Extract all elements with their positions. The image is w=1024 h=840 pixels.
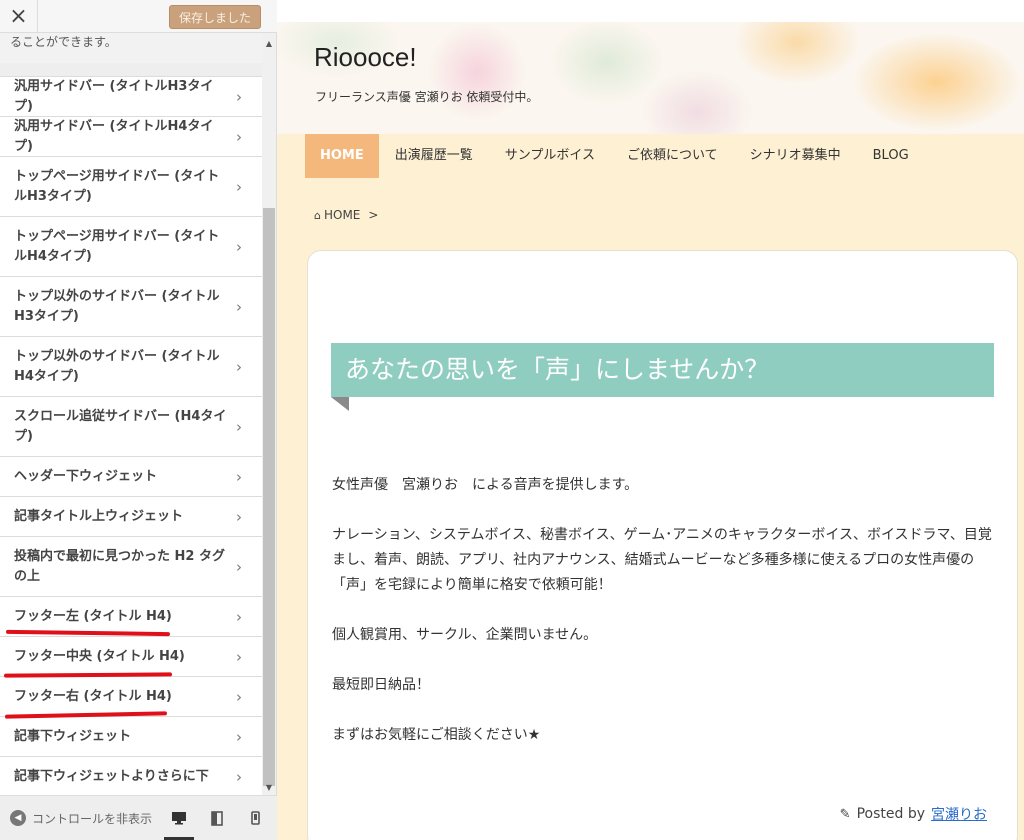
close-icon: × (9, 4, 28, 29)
scrollbar-thumb[interactable] (263, 208, 275, 786)
pencil-icon: ✎ (839, 806, 851, 822)
widget-area-label: 汎用サイドバー (タイトルH4タイプ) (14, 118, 214, 154)
nav-item[interactable]: 出演履歴一覧 (379, 134, 489, 178)
chevron-right-icon: › (236, 467, 242, 486)
widget-area-item[interactable]: フッター右 (タイトル H4) › (0, 677, 262, 717)
chevron-right-icon: › (236, 687, 242, 706)
widget-area-list-container[interactable]: 汎用サイドバー (タイトルH3タイプ) › 汎用サイドバー (タイトルH4タイプ) ›… (0, 63, 262, 795)
nav-item[interactable]: シナリオ募集中 (734, 134, 857, 178)
panel-footer: ◀ コントロールを非表示 (0, 795, 277, 840)
chevron-right-icon: › (236, 237, 242, 256)
widget-area-item[interactable]: 記事下ウィジェットよりさらに下 › (0, 757, 262, 795)
mobile-preview-button[interactable] (236, 796, 274, 840)
chevron-right-icon: › (236, 647, 242, 666)
widget-area-item[interactable]: 記事下ウィジェット › (0, 717, 262, 757)
chevron-right-icon: › (236, 767, 242, 786)
widget-area-label: トップ以外のサイドバー (タイトルH3タイプ) (14, 288, 220, 324)
list-spacer (0, 63, 262, 77)
site-preview: Rioooce! フリーランス声優 宮瀬りお 依頼受付中。 HOME 出演履歴一覧… (277, 0, 1024, 840)
scroll-down-arrow-icon[interactable]: ▼ (262, 783, 276, 792)
chevron-right-icon: › (236, 297, 242, 316)
article-paragraph: 最短即日納品！ (332, 677, 430, 693)
widget-area-label: ヘッダー下ウィジェット (14, 468, 158, 484)
desktop-preview-button[interactable] (160, 796, 198, 840)
breadcrumb-separator: > (368, 208, 379, 222)
chevron-right-icon: › (236, 127, 242, 146)
tablet-icon (211, 810, 223, 826)
widget-area-item[interactable]: トップページ用サイドバー (タイトルH3タイプ) › (0, 157, 262, 217)
widget-area-item[interactable]: トップ以外のサイドバー (タイトルH3タイプ) › (0, 277, 262, 337)
nav-item[interactable]: ご依頼について (611, 134, 734, 178)
nav-item[interactable]: サンプルボイス (489, 134, 611, 178)
widget-area-item[interactable]: 汎用サイドバー (タイトルH3タイプ) › (0, 77, 262, 117)
chevron-right-icon: › (236, 357, 242, 376)
nav-item[interactable]: BLOG (857, 134, 925, 178)
hide-controls-label: コントロールを非表示 (32, 811, 153, 826)
widget-area-label: トップページ用サイドバー (タイトルH4タイプ) (14, 228, 220, 264)
widget-area-label: トップ以外のサイドバー (タイトルH4タイプ) (14, 348, 220, 384)
close-button[interactable]: × (0, 0, 38, 33)
posted-by-label: Posted by (856, 806, 925, 822)
article-paragraph: 女性声優 宮瀬りお による音声を提供します。 (332, 477, 639, 493)
breadcrumb-home-link[interactable]: HOME (324, 208, 360, 222)
widget-area-label: フッター中央 (タイトル H4) (14, 648, 185, 664)
collapse-icon: ◀ (10, 810, 26, 826)
widget-area-item[interactable]: 記事タイトル上ウィジェット › (0, 497, 262, 537)
headline-text: あなたの思いを「声」にしませんか？ (345, 355, 770, 384)
chevron-right-icon: › (236, 727, 242, 746)
headline-banner: あなたの思いを「声」にしませんか？ (331, 343, 994, 397)
posted-by: ✎ Posted by 宮瀬りお (840, 804, 987, 824)
widget-area-label: フッター左 (タイトル H4) (14, 608, 172, 624)
widget-area-label: 記事下ウィジェット (14, 728, 132, 744)
widget-area-item[interactable]: トップ以外のサイドバー (タイトルH4タイプ) › (0, 337, 262, 397)
widget-area-item[interactable]: トップページ用サイドバー (タイトルH4タイプ) › (0, 217, 262, 277)
nav-item[interactable]: HOME (305, 134, 379, 178)
scroll-up-arrow-icon[interactable]: ▲ (262, 39, 276, 48)
breadcrumb: ⌂ HOME > (314, 208, 378, 222)
hide-controls-button[interactable]: ◀ コントロールを非表示 (0, 796, 160, 840)
saved-button[interactable]: 保存しました (169, 5, 261, 29)
panel-description: ることができます。 (0, 33, 262, 63)
widget-area-label: トップページ用サイドバー (タイトルH3タイプ) (14, 168, 220, 204)
tablet-preview-button[interactable] (198, 796, 236, 840)
chevron-right-icon: › (236, 557, 242, 576)
widget-area-item[interactable]: 投稿内で最初に見つかった H2 タグの上 › (0, 537, 262, 597)
site-description: フリーランス声優 宮瀬りお 依頼受付中。 (315, 90, 539, 104)
site-title[interactable]: Rioooce! (314, 42, 417, 73)
article-paragraph: ナレーション、システムボイス、秘書ボイス、ゲーム･アニメのキャラクターボイス、ボ… (332, 527, 992, 593)
article-body: 女性声優 宮瀬りお による音声を提供します。ナレーション、システムボイス、秘書ボ… (332, 473, 1002, 773)
widget-area-item[interactable]: スクロール追従サイドバー (H4タイプ) › (0, 397, 262, 457)
customizer-panel: × 保存しました ることができます。 汎用サイドバー (タイトルH3タイプ) › 汎… (0, 0, 277, 840)
widget-area-label: フッター右 (タイトル H4) (14, 688, 172, 704)
widget-area-label: スクロール追従サイドバー (H4タイプ) (14, 408, 227, 444)
chevron-right-icon: › (236, 177, 242, 196)
chevron-right-icon: › (236, 607, 242, 626)
scrollbar[interactable]: ▲ ▼ (262, 33, 276, 795)
widget-area-item[interactable]: ヘッダー下ウィジェット › (0, 457, 262, 497)
headline-fold-decoration (331, 397, 349, 411)
home-icon: ⌂ (314, 208, 321, 222)
site-header: Rioooce! フリーランス声優 宮瀬りお 依頼受付中。 (277, 22, 1024, 134)
widget-area-list: 汎用サイドバー (タイトルH3タイプ) › 汎用サイドバー (タイトルH4タイプ) ›… (0, 77, 262, 795)
chevron-right-icon: › (236, 87, 242, 106)
article-paragraph: まずはお気軽にご相談ください★ (332, 727, 541, 743)
top-strip (277, 0, 1024, 22)
article-paragraph: 個人観賞用、サークル、企業問いません。 (332, 627, 598, 643)
desktop-icon (172, 812, 186, 825)
chevron-right-icon: › (236, 417, 242, 436)
widget-area-label: 汎用サイドバー (タイトルH3タイプ) (14, 78, 214, 114)
widget-area-item[interactable]: 汎用サイドバー (タイトルH4タイプ) › (0, 117, 262, 157)
panel-header: × 保存しました (0, 0, 277, 33)
widget-area-label: 記事タイトル上ウィジェット (14, 508, 184, 524)
mobile-icon (250, 811, 260, 825)
author-link[interactable]: 宮瀬りお (931, 804, 987, 824)
widget-area-item[interactable]: フッター中央 (タイトル H4) › (0, 637, 262, 677)
main-navigation: HOME 出演履歴一覧 サンプルボイス ご依頼について シナリオ募集中 BLOG (305, 134, 1024, 178)
chevron-right-icon: › (236, 507, 242, 526)
widget-area-label: 投稿内で最初に見つかった H2 タグの上 (14, 548, 225, 584)
widget-area-label: 記事下ウィジェットよりさらに下 (14, 768, 209, 784)
article-card: あなたの思いを「声」にしませんか？ 女性声優 宮瀬りお による音声を提供します。… (307, 250, 1018, 840)
